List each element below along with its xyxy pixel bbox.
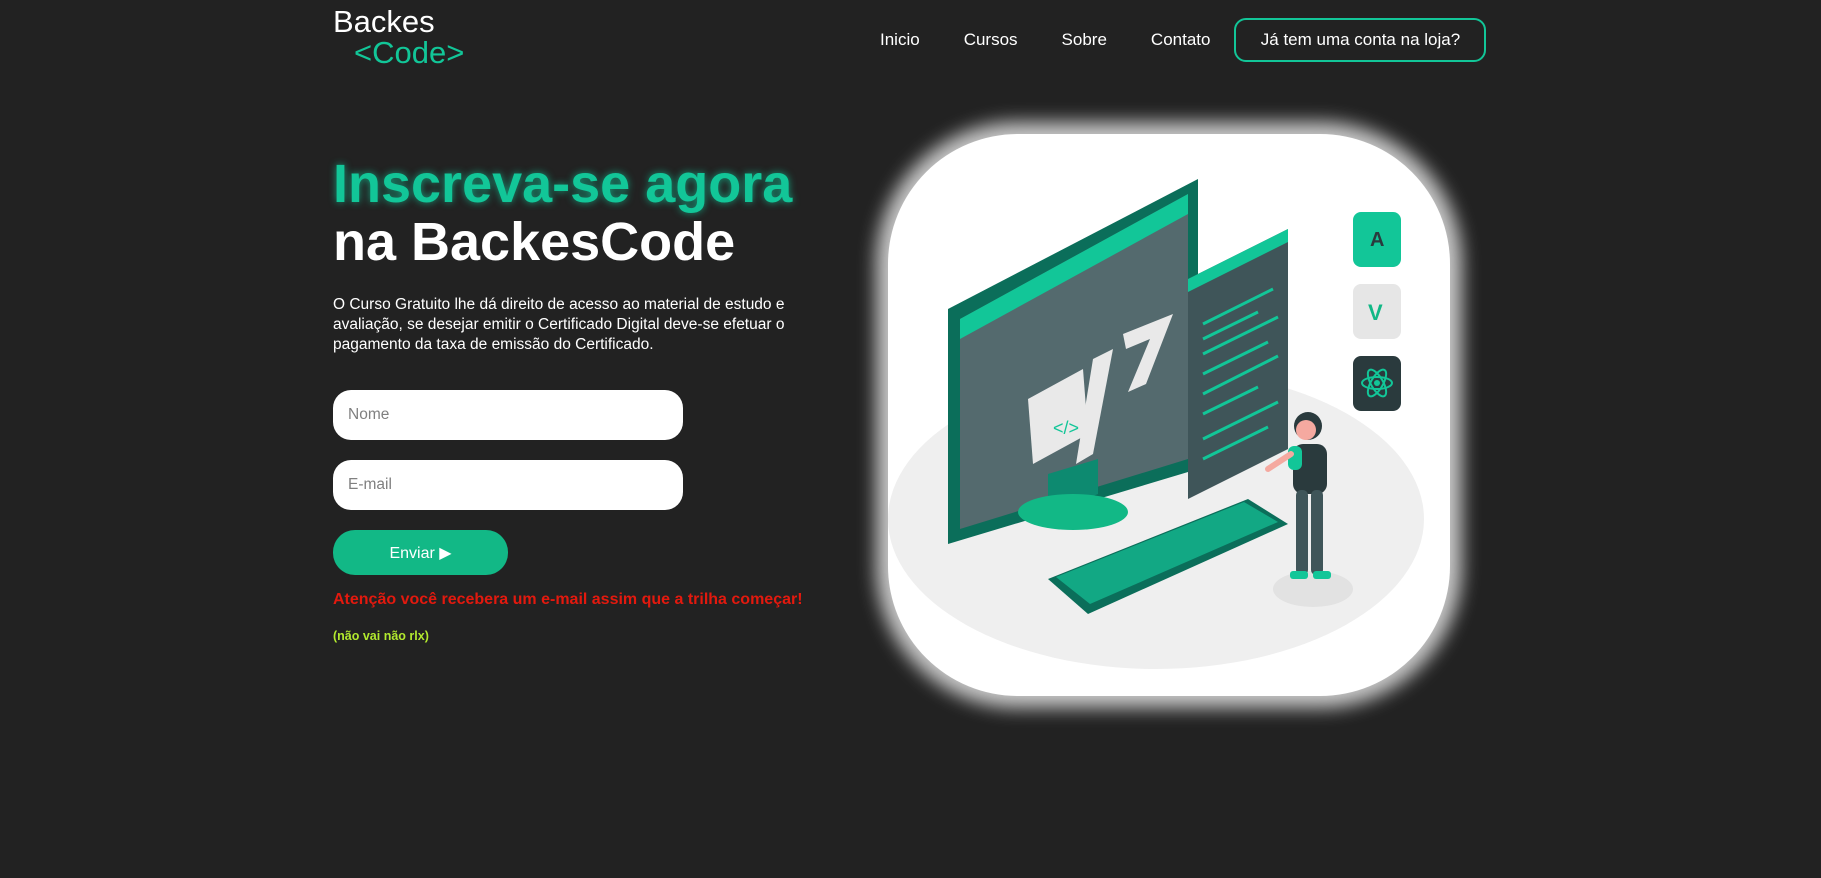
email-input[interactable] bbox=[333, 460, 683, 510]
nav-link-cursos[interactable]: Cursos bbox=[964, 30, 1018, 50]
hero-text: Inscreva-se agora na BackesCode O Curso … bbox=[333, 155, 813, 371]
react-badge bbox=[1353, 356, 1401, 411]
hero-illustration: </> A V bbox=[888, 134, 1450, 696]
hero-title: na BackesCode bbox=[333, 212, 736, 272]
vue-letter: V bbox=[1368, 300, 1383, 325]
hero-description: O Curso Gratuito lhe dá direito de acess… bbox=[333, 296, 785, 353]
name-input[interactable] bbox=[333, 390, 683, 440]
account-button[interactable]: Já tem uma conta na loja? bbox=[1234, 18, 1487, 62]
vue-badge: V bbox=[1353, 284, 1401, 339]
developer-workstation-illustration: </> A V bbox=[888, 179, 1424, 669]
warning-message: Atenção você recebera um e-mail assim qu… bbox=[333, 591, 803, 608]
nav-link-inicio[interactable]: Inicio bbox=[880, 30, 920, 50]
site-header: Backes <Code> Inicio Cursos Sobre Contat… bbox=[0, 0, 1821, 80]
angular-letter: A bbox=[1370, 229, 1384, 251]
logo[interactable]: Backes <Code> bbox=[333, 6, 464, 68]
logo-text-backes: Backes bbox=[333, 4, 435, 39]
monitor-base bbox=[1018, 494, 1128, 530]
nav-link-contato[interactable]: Contato bbox=[1151, 30, 1211, 50]
code-symbol-text: </> bbox=[1053, 418, 1079, 438]
angular-badge: A bbox=[1353, 212, 1401, 267]
main-nav: Inicio Cursos Sobre Contato Já tem uma c… bbox=[880, 18, 1487, 62]
nav-link-sobre[interactable]: Sobre bbox=[1062, 30, 1107, 50]
joke-note: (não vai não rlx) bbox=[333, 629, 429, 643]
submit-button[interactable]: Enviar ▶ bbox=[333, 530, 508, 575]
hero-title-highlight: Inscreva-se agora bbox=[333, 154, 793, 214]
logo-text-code: <Code> bbox=[354, 35, 465, 70]
